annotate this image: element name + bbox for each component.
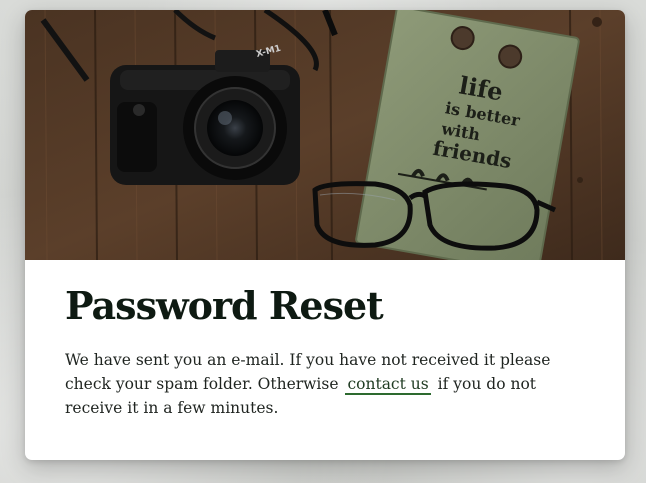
card-content: Password Reset We have sent you an e-mai… bbox=[65, 284, 585, 420]
reset-message: We have sent you an e-mail. If you have … bbox=[65, 348, 585, 420]
contact-us-link[interactable]: contact us bbox=[345, 374, 431, 395]
hero-image: X-M1 life is better with friends bbox=[25, 10, 625, 260]
page-title: Password Reset bbox=[65, 283, 384, 328]
password-reset-card: X-M1 life is better with friends Passwor… bbox=[25, 10, 625, 460]
